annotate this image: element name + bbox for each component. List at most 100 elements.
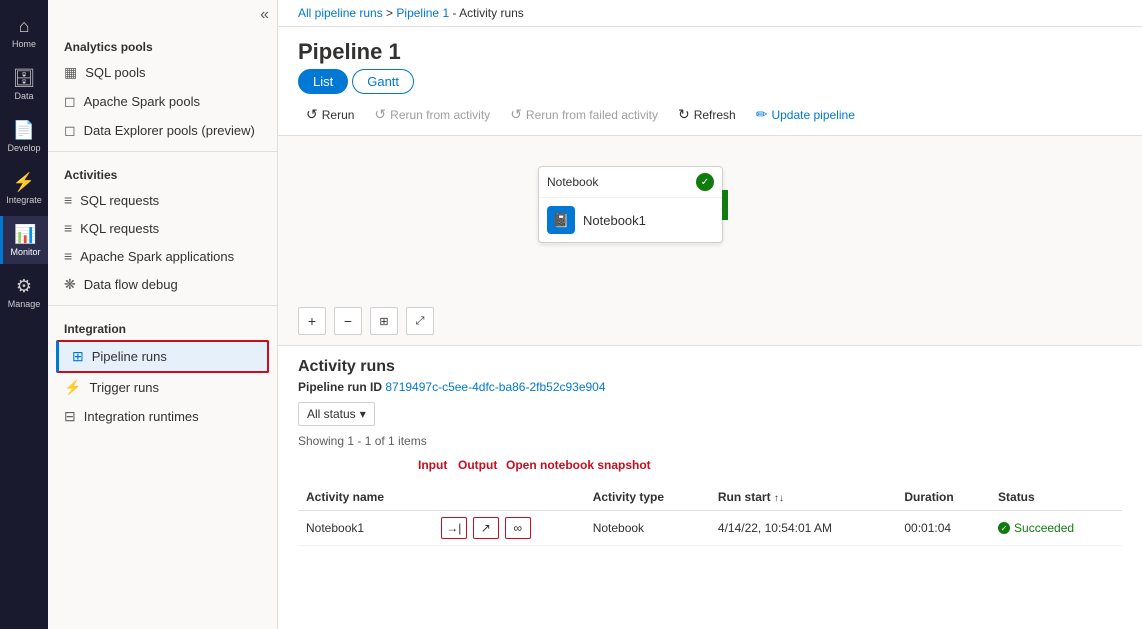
cell-duration: 00:01:04 [896,511,990,546]
breadcrumb-pipeline[interactable]: Pipeline 1 [396,6,449,20]
sidebar-header: « [48,0,277,30]
sidebar-collapse-button[interactable]: « [260,6,269,24]
action-icons-group: →| ↗ ∞ [441,517,577,539]
output-action-button[interactable]: ↗ [473,517,499,539]
page-title: Pipeline 1 [278,27,1142,69]
sql-requests-icon: ≡ [64,192,72,208]
home-icon: ⌂ [19,16,30,37]
cell-actions: →| ↗ ∞ [433,511,585,546]
rerun-from-failed-icon: ↺ [510,106,522,123]
manage-icon: ⚙ [16,276,32,297]
zoom-out-button[interactable]: − [334,307,362,335]
notebook-icon: 📓 [547,206,575,234]
cell-status: ✓ Succeeded [990,511,1122,546]
chevron-down-icon: ▾ [360,407,366,421]
sidebar-item-pipeline-runs[interactable]: ⊞ Pipeline runs [56,340,269,373]
success-badge: ✓ [696,173,714,191]
open-snapshot-annotation-label: Open notebook snapshot [506,458,651,472]
green-status-bar [722,190,728,220]
input-icon: →| [446,521,461,535]
status-filter-dropdown[interactable]: All status ▾ [298,402,375,426]
sidebar-item-data-flow-debug[interactable]: ❋ Data flow debug [48,270,277,299]
tab-list[interactable]: List [298,69,348,94]
kql-requests-icon: ≡ [64,220,72,236]
rerun-icon: ↺ [306,106,318,123]
divider-2 [48,305,277,306]
sidebar-item-develop[interactable]: 📄 Develop [0,112,48,160]
cell-activity-type: Notebook [585,511,710,546]
integrate-icon: ⚡ [13,172,35,193]
sidebar-item-apache-spark-pools[interactable]: ◻ Apache Spark pools [48,87,277,116]
sidebar-item-sql-pools[interactable]: ▦ SQL pools [48,58,277,87]
sidebar-item-apache-spark-apps[interactable]: ≡ Apache Spark applications [48,242,277,270]
sidebar-item-sql-requests[interactable]: ≡ SQL requests [48,186,277,214]
pipeline-run-id-link[interactable]: 8719497c-c5ee-4dfc-ba86-2fb52c93e904 [385,380,605,394]
pipeline-runs-icon: ⊞ [72,348,84,365]
refresh-button[interactable]: ↻ Refresh [670,102,744,127]
data-icon: 🗄 [13,68,36,89]
main-content: All pipeline runs > Pipeline 1 - Activit… [278,0,1142,629]
sidebar-item-trigger-runs[interactable]: ⚡ Trigger runs [48,373,277,402]
notebook-node-body: 📓 Notebook1 [539,198,722,242]
input-action-button[interactable]: →| [441,517,467,539]
sidebar-item-data[interactable]: 🗄 Data [0,60,48,108]
output-annotation-label: Output [458,458,497,472]
col-actions [433,484,585,511]
edit-icon: ✏ [756,106,768,123]
data-explorer-pools-icon: ◻ [64,122,76,139]
breadcrumb-all-runs[interactable]: All pipeline runs [298,6,383,20]
integration-section-label: Integration [48,312,277,340]
output-icon: ↗ [481,521,491,535]
cell-activity-name: Notebook1 [298,511,433,546]
breadcrumb: All pipeline runs > Pipeline 1 - Activit… [278,0,1142,27]
develop-icon: 📄 [13,120,35,141]
icon-bar: ⌂ Home 🗄 Data 📄 Develop ⚡ Integrate 📊 Mo… [0,0,48,629]
zoom-in-button[interactable]: + [298,307,326,335]
sidebar-item-monitor[interactable]: 📊 Monitor [0,216,48,264]
sidebar-item-kql-requests[interactable]: ≡ KQL requests [48,214,277,242]
breadcrumb-activity-runs: - Activity runs [449,6,524,20]
open-notebook-snapshot-button[interactable]: ∞ [505,517,531,539]
integration-runtimes-icon: ⊟ [64,408,76,425]
col-run-start: Run start ↑↓ [710,484,896,511]
refresh-icon: ↻ [678,106,690,123]
sidebar-item-home[interactable]: ⌂ Home [0,8,48,56]
rerun-from-failed-button[interactable]: ↺ Rerun from failed activity [502,102,666,127]
rerun-from-activity-button[interactable]: ↺ Rerun from activity [366,102,498,127]
link-icon: ∞ [513,521,522,535]
update-pipeline-button[interactable]: ✏ Update pipeline [748,102,863,127]
sidebar-item-integrate[interactable]: ⚡ Integrate [0,164,48,212]
cell-run-start: 4/14/22, 10:54:01 AM [710,511,896,546]
col-duration: Duration [896,484,990,511]
activities-section-label: Activities [48,158,277,186]
activity-runs-section: Activity runs Pipeline run ID 8719497c-c… [278,346,1142,629]
input-annotation-label: Input [418,458,447,472]
col-activity-name: Activity name [298,484,433,511]
notebook-node-header: Notebook ✓ [539,167,722,198]
table-header-row: Activity name Activity type Run start ↑↓… [298,484,1122,511]
col-activity-type: Activity type [585,484,710,511]
sidebar-item-manage[interactable]: ⚙ Manage [0,268,48,316]
analytics-pools-section-label: Analytics pools [48,30,277,58]
tab-gantt[interactable]: Gantt [352,69,414,94]
sidebar: « Analytics pools ▦ SQL pools ◻ Apache S… [48,0,278,629]
sidebar-item-data-explorer-pools[interactable]: ◻ Data Explorer pools (preview) [48,116,277,145]
sidebar-item-integration-runtimes[interactable]: ⊟ Integration runtimes [48,402,277,431]
status-success-dot: ✓ [998,522,1010,534]
apache-spark-apps-icon: ≡ [64,248,72,264]
data-flow-debug-icon: ❋ [64,276,76,293]
rerun-button[interactable]: ↺ Rerun [298,102,362,127]
pipeline-run-id: Pipeline run ID 8719497c-c5ee-4dfc-ba86-… [298,380,1122,394]
activity-runs-title: Activity runs [298,358,1122,376]
fit-icon: ⊞ [379,315,388,328]
canvas-controls: + − ⊞ ⤢ [298,307,434,335]
expand-button[interactable]: ⤢ [406,307,434,335]
fit-button[interactable]: ⊞ [370,307,398,335]
trigger-runs-icon: ⚡ [64,379,81,396]
pipeline-canvas: Notebook ✓ 📓 Notebook1 + − ⊞ ⤢ [278,136,1142,346]
apache-spark-pools-icon: ◻ [64,93,76,110]
monitor-icon: 📊 [14,224,36,245]
notebook-node[interactable]: Notebook ✓ 📓 Notebook1 [538,166,723,243]
sql-pools-icon: ▦ [64,64,77,81]
breadcrumb-separator: > [383,6,397,20]
